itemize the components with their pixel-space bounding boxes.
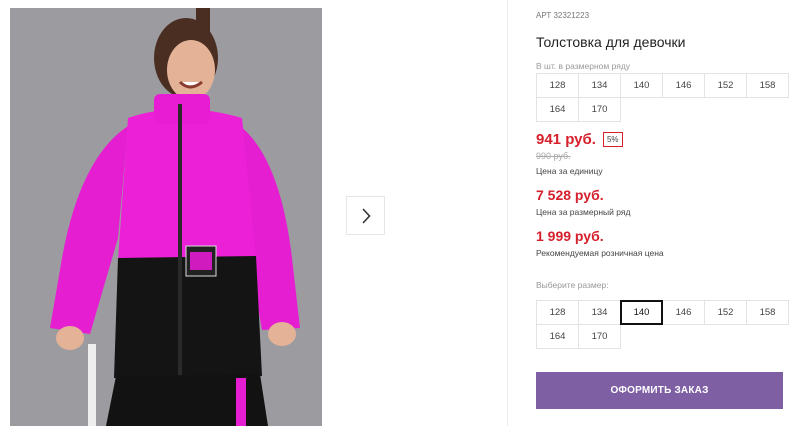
article-value: 32321223: [553, 11, 590, 20]
article-label: АРТ: [536, 11, 552, 20]
size-option[interactable]: 164: [536, 324, 579, 349]
size-option[interactable]: 152: [704, 300, 747, 325]
size-range-cell: 170: [578, 97, 621, 122]
size-option[interactable]: 146: [662, 300, 705, 325]
article-number: АРТ 32321223: [536, 11, 589, 20]
size-range-cell: 164: [536, 97, 579, 122]
unit-price-note: Цена за единицу: [536, 166, 603, 176]
old-price: 990 руб.: [536, 151, 571, 161]
size-picker-grid: 128 134 140 146 152 158 164 170: [536, 300, 789, 349]
range-price-note: Цена за размерный ряд: [536, 207, 631, 217]
size-range-label: В шт. в размерном ряду: [536, 61, 631, 71]
size-range-cell: 158: [746, 73, 789, 98]
discount-badge: 5%: [602, 132, 623, 147]
size-range-cell: 128: [536, 73, 579, 98]
size-picker-label: Выберите размер:: [536, 280, 609, 290]
size-range-cell: 146: [662, 73, 705, 98]
size-range-grid: 128 134 140 146 152 158 164 170: [536, 73, 789, 122]
size-option[interactable]: 158: [746, 300, 789, 325]
order-button[interactable]: ОФОРМИТЬ ЗАКАЗ: [536, 372, 783, 409]
unit-price-row: 941 руб. 5%: [536, 131, 623, 148]
retail-price: 1 999 руб.: [536, 228, 604, 244]
unit-price: 941 руб.: [536, 131, 596, 148]
gallery-next-button[interactable]: [346, 196, 385, 235]
size-range-cell: 134: [578, 73, 621, 98]
product-gallery: [0, 0, 507, 426]
product-photo: [10, 8, 322, 426]
size-option-selected[interactable]: 140: [620, 300, 663, 325]
chevron-right-icon: [361, 207, 371, 224]
retail-price-note: Рекомендуемая розничная цена: [536, 248, 664, 258]
size-range-cell: 140: [620, 73, 663, 98]
size-option[interactable]: 170: [578, 324, 621, 349]
range-price: 7 528 руб.: [536, 187, 604, 203]
size-option[interactable]: 134: [578, 300, 621, 325]
column-divider: [507, 0, 508, 426]
size-range-cell: 152: [704, 73, 747, 98]
product-title: Толстовка для девочки: [536, 34, 686, 50]
size-option[interactable]: 128: [536, 300, 579, 325]
